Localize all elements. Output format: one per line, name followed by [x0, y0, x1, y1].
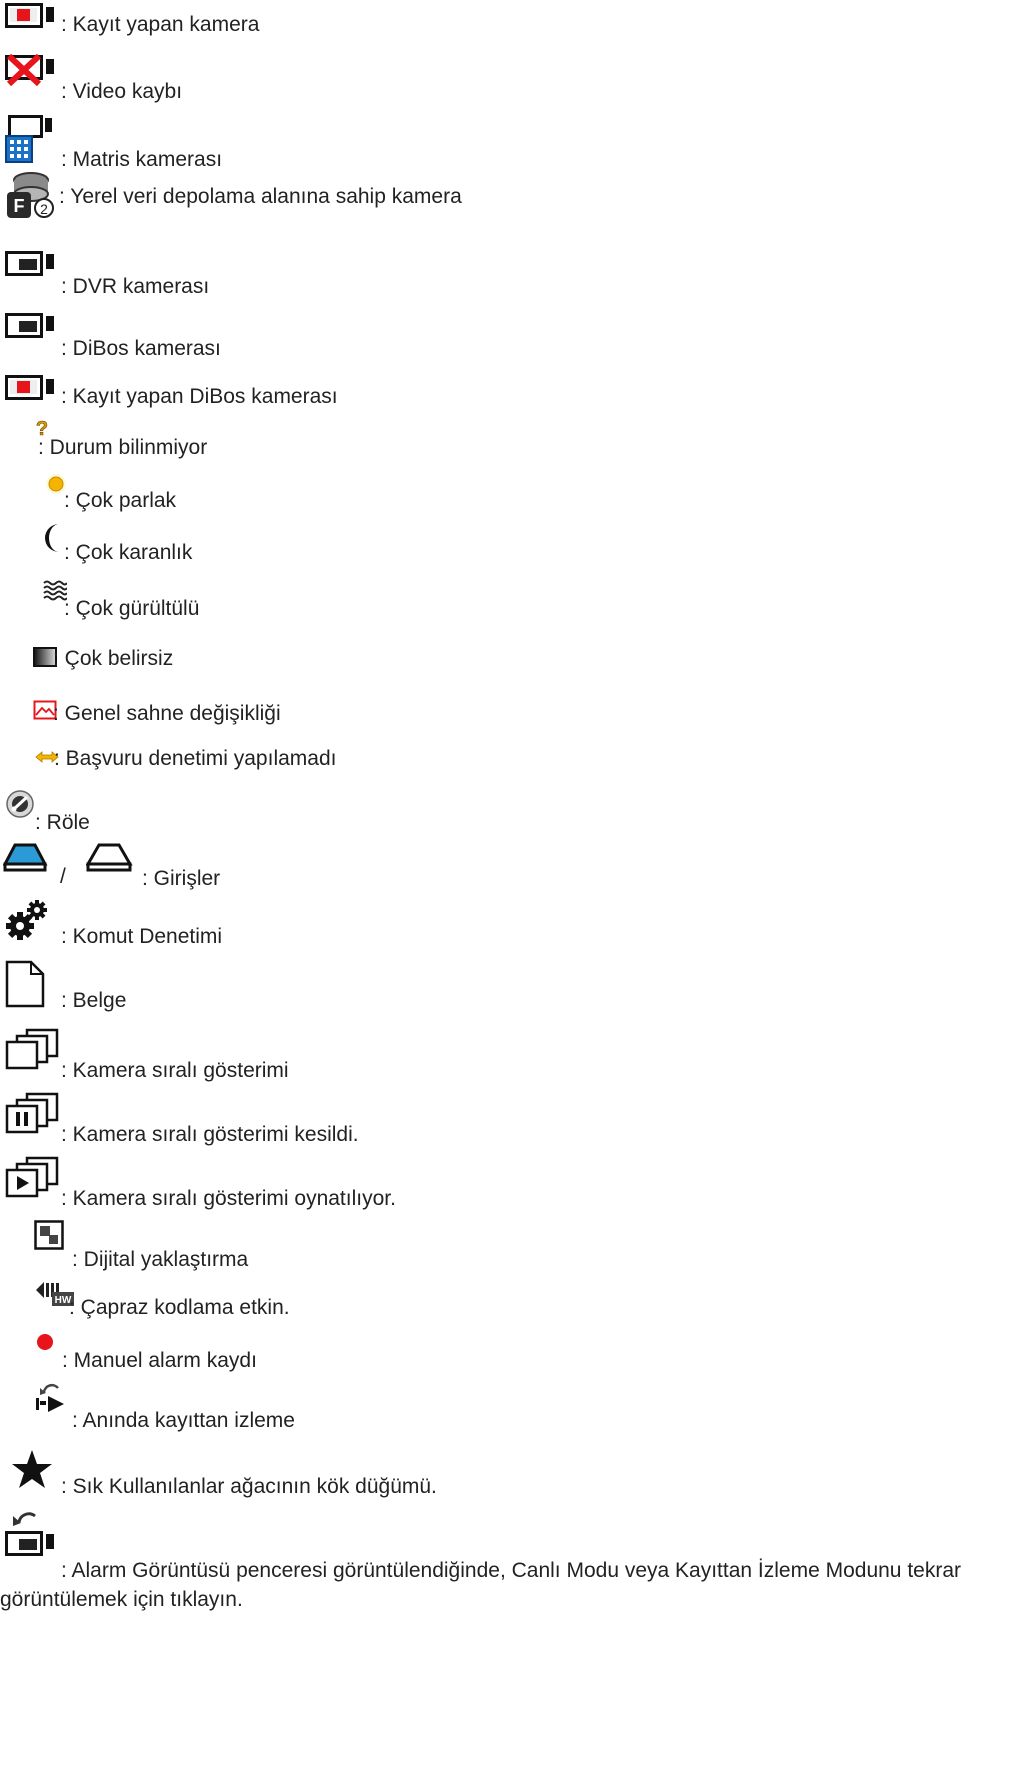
recording-dibos-camera-icon: [5, 374, 57, 406]
legend-label: : Çok belirsiz: [53, 647, 174, 670]
legend-item-transcoding: HW : Çapraz kodlama etkin.: [0, 1280, 1022, 1340]
svg-text:2: 2: [40, 201, 48, 217]
legend-label: : Girişler: [142, 867, 221, 890]
legend-item-inputs: / : Girişler: [0, 842, 1022, 902]
sequence-playing-icon: [5, 1156, 61, 1198]
matrix-camera-icon: [5, 114, 57, 166]
legend-label: : Kamera sıralı gösterimi kesildi.: [61, 1123, 359, 1146]
input-inactive-icon: [86, 842, 134, 872]
recording-camera-icon: [5, 2, 57, 34]
legend-label: : Belge: [61, 989, 127, 1012]
legend-label: : Başvuru denetimi yapılamadı: [54, 747, 337, 770]
legend-label: : Çok gürültülü: [64, 597, 200, 620]
manual-alarm-recording-icon: [35, 1332, 55, 1352]
legend-item-sequence-paused: : Kamera sıralı gösterimi kesildi.: [0, 1092, 1022, 1152]
legend-item-command-script: : Komut Denetimi: [0, 898, 1022, 958]
legend-item-video-loss: : Video kaybı: [0, 54, 1022, 114]
sequence-paused-icon: [5, 1092, 61, 1134]
legend-label: : Komut Denetimi: [61, 925, 223, 948]
legend-item-recording-camera: : Kayıt yapan kamera: [0, 0, 1022, 60]
instant-playback-icon: [34, 1380, 68, 1412]
legend-item-sequence-playing: : Kamera sıralı gösterimi oynatılıyor.: [0, 1156, 1022, 1216]
legend-label: : DiBos kamerası: [61, 337, 221, 360]
legend-label: : Kamera sıralı gösterimi: [61, 1059, 289, 1082]
camera-sequence-icon: [5, 1028, 61, 1070]
legend-label: : Video kaybı: [61, 80, 183, 103]
local-storage-camera-icon: F2: [5, 170, 63, 224]
legend-item-dibos-camera: : DiBos kamerası: [0, 312, 1022, 372]
legend-label: : Kayıt yapan DiBos kamerası: [61, 385, 338, 408]
separator: /: [60, 865, 66, 888]
legend-item-document: : Belge: [0, 960, 1022, 1020]
legend-label: : Alarm Görüntüsü penceresi görüntülendi…: [0, 1559, 961, 1611]
legend-label: : Röle: [35, 811, 90, 834]
legend-label: : Kayıt yapan kamera: [61, 13, 260, 36]
legend-item-instant-playback: : Anında kayıttan izleme: [0, 1380, 1022, 1440]
legend-label: : Anında kayıttan izleme: [72, 1409, 295, 1432]
legend-item-matrix-camera: : Matris kamerası: [0, 114, 1022, 174]
dvr-camera-icon: [5, 250, 57, 280]
legend-label: : Durum bilinmiyor: [38, 436, 208, 459]
legend-label: : DVR kamerası: [61, 275, 210, 298]
legend-label: : Manuel alarm kaydı: [62, 1349, 257, 1372]
legend-item-relay: : Röle: [0, 790, 1022, 850]
legend-item-dvr-camera: : DVR kamerası: [0, 250, 1022, 310]
legend-label: : Çok karanlık: [64, 541, 193, 564]
legend-item-too-noisy: : Çok gürültülü: [0, 580, 1022, 640]
input-icon: [3, 842, 49, 872]
digital-zoom-icon: [34, 1220, 64, 1250]
favorites-star-icon: [10, 1448, 54, 1490]
legend-item-too-dark: : Çok karanlık: [0, 522, 1022, 582]
relay-icon: [5, 790, 37, 820]
legend-label: : Çok parlak: [64, 489, 177, 512]
svg-text:F: F: [14, 196, 25, 216]
document-icon: [5, 960, 45, 1008]
too-dark-icon: [43, 522, 65, 554]
legend-label: : Genel sahne değişikliği: [53, 702, 281, 725]
dibos-camera-icon: [5, 312, 57, 342]
command-script-icon: [5, 898, 49, 942]
legend-item-local-storage-camera: F2 : Yerel veri depolama alanına sahip k…: [0, 170, 1022, 230]
legend-item-favorites-root: : Sık Kullanılanlar ağacının kök düğümü.: [0, 1448, 1022, 1508]
legend-item-too-blurry: : Çok belirsiz: [0, 642, 1022, 702]
legend-item-digital-zoom: : Dijital yaklaştırma: [0, 1220, 1022, 1280]
legend-item-camera-sequence: : Kamera sıralı gösterimi: [0, 1028, 1022, 1088]
legend-item-return-to-live: : Alarm Görüntüsü penceresi görüntülendi…: [0, 1508, 1022, 1776]
legend-item-status-unknown: ? : Durum bilinmiyor: [0, 418, 1022, 478]
legend-label: : Çapraz kodlama etkin.: [69, 1296, 290, 1319]
legend-label: : Dijital yaklaştırma: [72, 1248, 249, 1271]
legend-label: : Yerel veri depolama alanına sahip kame…: [59, 185, 462, 208]
video-loss-icon: [5, 54, 57, 86]
legend-label: : Kamera sıralı gösterimi oynatılıyor.: [61, 1187, 396, 1210]
legend-label: : Sık Kullanılanlar ağacının kök düğümü.: [61, 1475, 437, 1498]
